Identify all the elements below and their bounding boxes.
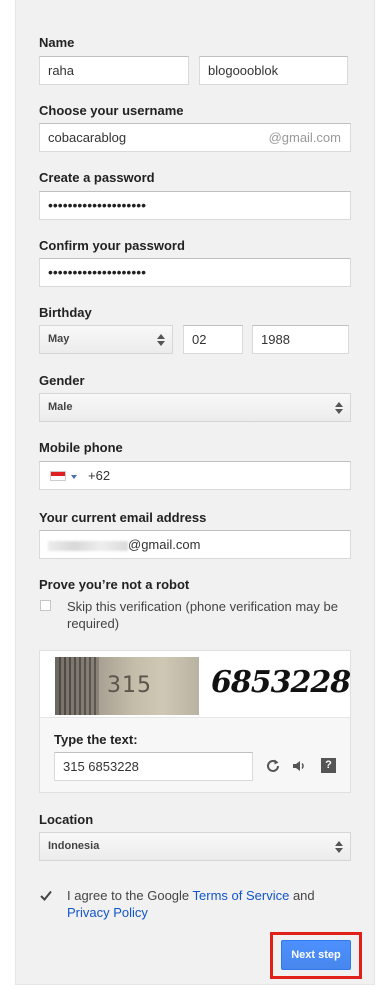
captcha-answer-area: Type the text: 315 6853228 ?: [40, 718, 350, 792]
terms-prefix-text: I agree to the Google: [67, 888, 193, 903]
location-label: Location: [39, 812, 94, 827]
terms-agreement-text: I agree to the Google Terms of Service a…: [67, 887, 352, 921]
confirm-password-label: Confirm your password: [39, 238, 185, 253]
gender-label: Gender: [39, 373, 85, 388]
password-label: Create a password: [39, 170, 155, 185]
robot-check-label: Prove you’re not a robot: [39, 577, 190, 592]
current-email-label: Your current email address: [39, 510, 207, 525]
name-label: Name: [39, 35, 75, 50]
country-dropdown-caret-icon[interactable]: [71, 475, 77, 479]
select-arrows-icon: [157, 334, 165, 346]
captcha-distorted-text: 6853228: [211, 665, 351, 700]
indonesia-flag-icon[interactable]: [50, 471, 66, 481]
confirm-password-input[interactable]: ••••••••••••••••••••: [39, 258, 351, 287]
email-blurred-local-part: [48, 540, 128, 551]
password-input[interactable]: ••••••••••••••••••••: [39, 191, 351, 220]
terms-checkbox-checked-icon[interactable]: [39, 889, 53, 903]
terms-of-service-link[interactable]: Terms of Service: [193, 888, 290, 903]
mobile-phone-label: Mobile phone: [39, 440, 123, 455]
first-name-input[interactable]: raha: [39, 56, 189, 85]
birthday-label: Birthday: [39, 305, 92, 320]
captcha-answer-input[interactable]: 315 6853228: [54, 752, 253, 781]
privacy-policy-link[interactable]: Privacy Policy: [67, 905, 148, 920]
captcha-box: 315 6853228 Type the text: 315 6853228 ?: [39, 650, 351, 793]
current-email-input[interactable]: @gmail.com: [39, 530, 351, 559]
last-name-input[interactable]: blogoooblok: [199, 56, 348, 85]
refresh-icon[interactable]: [265, 758, 281, 774]
username-label: Choose your username: [39, 103, 184, 118]
username-value: cobacarablog: [48, 130, 127, 145]
skip-verification-checkbox[interactable]: [40, 600, 51, 611]
skip-verification-text: Skip this verification (phone verificati…: [67, 599, 338, 631]
mobile-phone-value: +62: [88, 468, 111, 483]
captcha-photo-text: 315: [107, 673, 152, 698]
speaker-icon[interactable]: [291, 758, 307, 774]
gender-select[interactable]: Male: [39, 393, 351, 422]
username-input[interactable]: cobacarablog @gmail.com: [39, 123, 351, 152]
mobile-phone-input[interactable]: +62: [39, 461, 351, 490]
terms-and-text: and: [289, 888, 315, 903]
question-icon[interactable]: ?: [321, 758, 336, 773]
gender-value: Male: [48, 401, 73, 413]
birthday-month-value: May: [48, 333, 70, 345]
birthday-month-select[interactable]: May: [39, 325, 173, 354]
next-step-button[interactable]: Next step: [281, 940, 351, 970]
captcha-type-label: Type the text:: [54, 732, 138, 747]
username-suffix: @gmail.com: [268, 130, 341, 145]
current-email-value: @gmail.com: [128, 537, 201, 552]
birthday-day-input[interactable]: 02: [183, 325, 243, 354]
select-arrows-icon: [335, 841, 343, 853]
location-select[interactable]: Indonesia: [39, 832, 351, 861]
birthday-year-input[interactable]: 1988: [252, 325, 349, 354]
select-arrows-icon: [335, 402, 343, 414]
location-value: Indonesia: [48, 840, 100, 852]
captcha-photo-image: 315: [55, 657, 199, 715]
